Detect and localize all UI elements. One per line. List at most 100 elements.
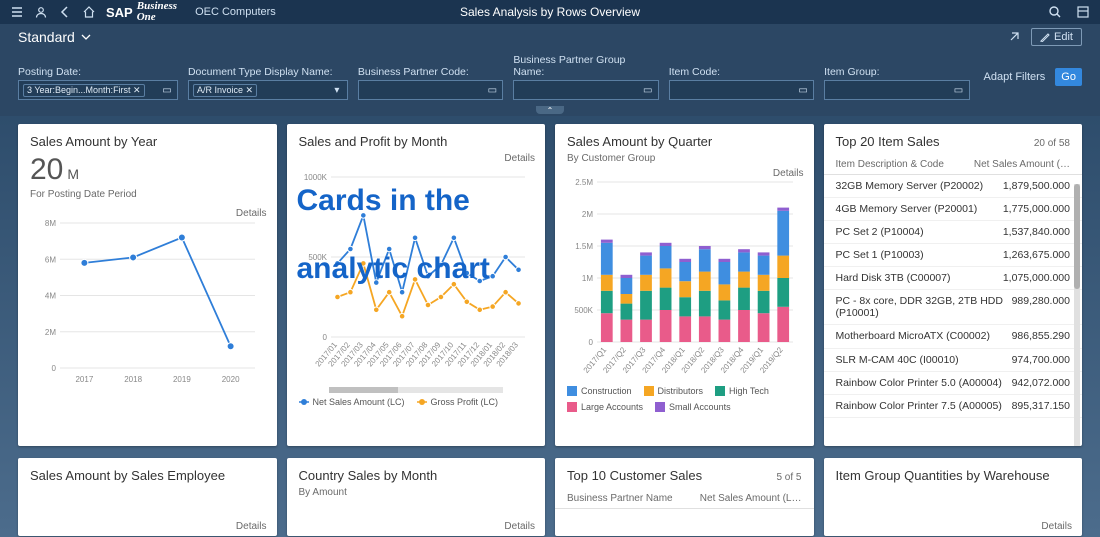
logo-text: SAP [106, 5, 133, 20]
value-help-icon[interactable]: ▭ [953, 84, 965, 96]
filter-token[interactable]: 3 Year:Begin...Month:First ✕ [23, 84, 145, 97]
user-icon[interactable] [34, 5, 48, 19]
item-sales-list: 32GB Memory Server (P20002)1,879,500.000… [824, 175, 1083, 418]
list-item[interactable]: 32GB Memory Server (P20002)1,879,500.000 [824, 175, 1083, 198]
search-icon[interactable] [1048, 5, 1062, 19]
value-help-icon[interactable]: ▭ [161, 84, 173, 96]
legend-item: Distributors [644, 386, 704, 396]
svg-text:500K: 500K [308, 253, 327, 262]
bp-group-input[interactable] [518, 85, 637, 96]
item-group-input[interactable] [829, 85, 948, 96]
card-sales-profit-month: Sales and Profit by Month Details 0500K1… [287, 124, 546, 446]
top-bar: SAP BusinessOne OEC Computers Sales Anal… [0, 0, 1100, 24]
legend-item: Net Sales Amount (LC) [299, 397, 405, 407]
posting-date-field[interactable]: 3 Year:Begin...Month:First ✕ ▭ [18, 80, 178, 100]
list-item[interactable]: Motherboard MicroATX (C00002)986,855.290 [824, 325, 1083, 348]
column-header: Business Partner Name [567, 493, 700, 504]
column-header: Net Sales Amount (… [974, 159, 1070, 170]
svg-text:2018: 2018 [124, 375, 142, 384]
svg-text:2019: 2019 [173, 375, 191, 384]
legend-item: High Tech [715, 386, 769, 396]
svg-text:500K: 500K [574, 306, 593, 315]
list-item[interactable]: SLR M-CAM 40C (I00010)974,700.000 [824, 349, 1083, 372]
layout-icon[interactable] [1076, 5, 1090, 19]
logo-sub: BusinessOne [137, 1, 177, 23]
filter-label: Item Group: [824, 66, 969, 78]
variant-selector[interactable]: Standard [18, 29, 91, 45]
adapt-filters-link[interactable]: Adapt Filters [984, 71, 1046, 83]
scrollbar[interactable] [1074, 184, 1080, 446]
svg-text:1.5M: 1.5M [575, 242, 593, 251]
variant-bar: Standard Edit [0, 24, 1100, 50]
chart-legend: Net Sales Amount (LC) Gross Profit (LC) [299, 393, 534, 407]
details-link[interactable]: Details [504, 521, 535, 532]
item-group-field[interactable]: ▭ [824, 80, 969, 100]
chevron-down-icon[interactable]: ▾ [331, 84, 343, 96]
edit-button[interactable]: Edit [1031, 28, 1082, 46]
back-icon[interactable] [58, 5, 72, 19]
value-help-icon[interactable]: ▭ [797, 84, 809, 96]
filter-bar: Posting Date: 3 Year:Begin...Month:First… [0, 50, 1100, 106]
svg-text:2M: 2M [582, 210, 593, 219]
card-sales-by-quarter: Sales Amount by Quarter By Customer Grou… [555, 124, 814, 446]
filterbar-collapse-handle[interactable]: ⌃ [0, 106, 1100, 116]
legend-item: Gross Profit (LC) [417, 397, 499, 407]
list-item[interactable]: PC Set 1 (P10003)1,263,675.000 [824, 244, 1083, 267]
menu-icon[interactable] [10, 5, 24, 19]
details-link[interactable]: Details [236, 521, 267, 532]
item-code-field[interactable]: ▭ [669, 80, 814, 100]
details-link[interactable]: Details [773, 168, 804, 179]
list-item[interactable]: Rainbow Color Printer 7.5 (A00005)895,31… [824, 395, 1083, 418]
svg-text:2020: 2020 [222, 375, 240, 384]
details-link[interactable]: Details [504, 153, 535, 164]
card-counter: 20 of 58 [1034, 138, 1070, 149]
home-icon[interactable] [82, 5, 96, 19]
card-item-group-warehouse: Item Group Quantities by Warehouse Detai… [824, 458, 1083, 536]
posting-date-input[interactable] [149, 85, 157, 96]
svg-text:6M: 6M [45, 255, 56, 264]
share-icon[interactable] [1007, 30, 1021, 44]
sap-logo: SAP BusinessOne [106, 1, 177, 23]
kpi-subtitle: For Posting Date Period [18, 187, 277, 204]
go-button[interactable]: Go [1055, 68, 1082, 86]
doc-type-field[interactable]: A/R Invoice ✕ ▾ [188, 80, 348, 100]
svg-text:1000K: 1000K [303, 173, 327, 182]
bp-code-field[interactable]: ▭ [358, 80, 503, 100]
card-container: Sales Amount by Year 20M For Posting Dat… [0, 116, 1100, 537]
card-title: Top 10 Customer Sales [567, 468, 702, 483]
quarter-stacked-bar-chart: 0500K1M1.5M2M2.5M2017/Q12017/Q22017/Q320… [567, 172, 797, 382]
list-item[interactable]: PC - 8x core, DDR 32GB, 2TB HDD (P10001)… [824, 290, 1083, 325]
svg-text:8M: 8M [45, 219, 56, 228]
list-item[interactable]: Hard Disk 3TB (C00007)1,075,000.000 [824, 267, 1083, 290]
filter-label: Posting Date: [18, 66, 178, 78]
doc-type-input[interactable] [261, 85, 327, 96]
bp-group-field[interactable]: ▭ [513, 80, 658, 100]
legend-item: Large Accounts [567, 402, 643, 412]
value-help-icon[interactable]: ▭ [486, 84, 498, 96]
list-item[interactable]: Rainbow Color Printer 5.0 (A00004)942,07… [824, 372, 1083, 395]
svg-text:1M: 1M [582, 274, 593, 283]
card-title: Sales Amount by Quarter [567, 134, 712, 149]
list-header: Item Description & Code Net Sales Amount… [824, 153, 1083, 175]
filter-token[interactable]: A/R Invoice ✕ [193, 84, 257, 97]
bp-code-input[interactable] [363, 85, 482, 96]
list-item[interactable]: PC Set 2 (P10004)1,537,840.000 [824, 221, 1083, 244]
card-country-sales: Country Sales by Month By Amount Details [287, 458, 546, 536]
filter-doc-type: Document Type Display Name: A/R Invoice … [188, 66, 348, 100]
legend-item: Small Accounts [655, 402, 731, 412]
filter-label: Business Partner Group Name: [513, 54, 658, 78]
variant-name: Standard [18, 29, 75, 45]
value-help-icon[interactable]: ▭ [642, 84, 654, 96]
chart-scrollbar[interactable] [329, 387, 504, 393]
card-title: Item Group Quantities by Warehouse [836, 468, 1050, 483]
svg-text:0: 0 [589, 338, 594, 347]
details-link[interactable]: Details [236, 208, 267, 219]
card-top-item-sales: Top 20 Item Sales 20 of 58 Item Descript… [824, 124, 1083, 446]
details-link[interactable]: Details [1041, 521, 1072, 532]
svg-text:2.5M: 2.5M [575, 178, 593, 187]
list-item[interactable]: 4GB Memory Server (P20001)1,775,000.000 [824, 198, 1083, 221]
card-title: Sales Amount by Year [30, 134, 157, 149]
item-code-input[interactable] [674, 85, 793, 96]
year-line-chart: 02M4M6M8M2017201820192020 [30, 208, 260, 388]
column-header: Net Sales Amount (L… [700, 493, 802, 504]
